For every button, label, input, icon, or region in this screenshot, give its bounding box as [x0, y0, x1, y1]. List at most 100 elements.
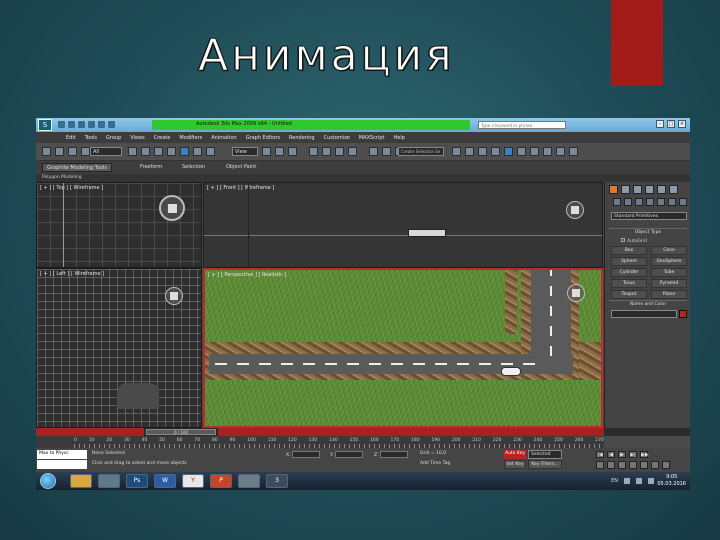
viewport-front-label[interactable]: [ + ] [ Front ] [ Wireframe ] [207, 185, 274, 191]
coord-y-field[interactable] [335, 451, 364, 458]
viewcube-persp-icon[interactable] [567, 284, 585, 302]
open-icon[interactable] [68, 121, 75, 128]
render-iterative-icon[interactable] [556, 147, 565, 156]
object-color-swatch[interactable] [679, 310, 687, 318]
select-scale-icon[interactable] [206, 147, 215, 156]
select-by-name-icon[interactable] [141, 147, 150, 156]
menu-animation[interactable]: Animation [211, 135, 237, 141]
curve-editor-icon[interactable] [478, 147, 487, 156]
object-type-rollout[interactable]: Object Type [609, 228, 687, 235]
coord-z-field[interactable] [380, 451, 409, 458]
menu-rendering[interactable]: Rendering [289, 135, 315, 141]
percent-snap-icon[interactable] [335, 147, 344, 156]
create-tab-icon[interactable] [609, 185, 618, 194]
keyboard-shortcut-icon[interactable] [288, 147, 297, 156]
motion-tab-icon[interactable] [645, 185, 654, 194]
close-button[interactable]: × [678, 120, 686, 128]
time-slider[interactable]: 0 / 100 [146, 429, 216, 435]
redo-icon[interactable] [98, 121, 105, 128]
zoom-icon[interactable] [596, 461, 604, 469]
viewport-top-label[interactable]: [ + ] [ Top ] [ Wireframe ] [40, 185, 103, 191]
menu-create[interactable]: Create [154, 135, 171, 141]
pyramid-button[interactable]: Pyramid [651, 279, 687, 288]
object-name-field[interactable] [611, 310, 677, 318]
maxscript-listener[interactable]: Max to Physc [37, 450, 87, 459]
play-icon[interactable]: ▶ [618, 451, 626, 458]
yandex-icon[interactable]: Y [182, 474, 204, 488]
key-mode-dropdown[interactable]: Selected [528, 450, 562, 459]
auto-key-button[interactable]: Auto Key [504, 450, 526, 459]
window-crossing-icon[interactable] [167, 147, 176, 156]
link-icon[interactable] [68, 147, 77, 156]
zoom-extents-icon[interactable] [618, 461, 626, 469]
maximize-button[interactable]: □ [667, 120, 675, 128]
prev-frame-icon[interactable]: ◀ [607, 451, 615, 458]
add-time-tag[interactable]: Add Time Tag [420, 461, 450, 466]
menu-tools[interactable]: Tools [85, 135, 97, 141]
photoshop-icon[interactable]: Ps [126, 474, 148, 488]
tab-freeform[interactable]: Freeform [140, 163, 162, 172]
maxscript-output[interactable] [37, 460, 87, 469]
box-button[interactable]: Box [611, 246, 647, 255]
shapes-icon[interactable] [624, 198, 632, 206]
menu-edit[interactable]: Edit [66, 135, 76, 141]
utilities-tab-icon[interactable] [669, 185, 678, 194]
activeshade-icon[interactable] [569, 147, 578, 156]
pivot-icon[interactable] [262, 147, 271, 156]
reference-coord-dropdown[interactable]: View [232, 147, 258, 156]
name-color-rollout[interactable]: Name and Color [609, 300, 687, 307]
tab-object-paint[interactable]: Object Paint [226, 163, 256, 172]
select-move-icon[interactable] [180, 147, 189, 156]
maximize-viewport-icon[interactable] [662, 461, 670, 469]
pan-icon[interactable] [640, 461, 648, 469]
schematic-view-icon[interactable] [491, 147, 500, 156]
select-rotate-icon[interactable] [193, 147, 202, 156]
cylinder-button[interactable]: Cylinder [611, 268, 647, 277]
display-tab-icon[interactable] [657, 185, 666, 194]
viewport-left-label[interactable]: [ + ] [ Left ] [ Wireframe ] [40, 271, 104, 277]
rendered-frame-icon[interactable] [530, 147, 539, 156]
primitive-category-dropdown[interactable]: Standard Primitives [611, 212, 687, 220]
start-button-icon[interactable] [40, 473, 56, 489]
menu-group[interactable]: Group [106, 135, 121, 141]
viewcube-front-icon[interactable] [566, 201, 584, 219]
goto-start-icon[interactable]: |◀ [596, 451, 604, 458]
fov-icon[interactable] [629, 461, 637, 469]
viewport-left[interactable]: [ + ] [ Left ] [ Wireframe ] [36, 268, 202, 428]
viewcube-left-icon[interactable] [165, 287, 183, 305]
3dsmax-icon[interactable]: 3 [266, 474, 288, 488]
minimize-button[interactable]: – [656, 120, 664, 128]
teapot-button[interactable]: Teapot [611, 290, 647, 299]
menu-graph-editors[interactable]: Graph Editors [246, 135, 280, 141]
select-object-icon[interactable] [128, 147, 137, 156]
rect-selection-icon[interactable] [154, 147, 163, 156]
geosphere-button[interactable]: GeoSphere [651, 257, 687, 266]
layer-manager-icon[interactable] [452, 147, 461, 156]
mirror-icon[interactable] [382, 147, 391, 156]
viewport-perspective-label[interactable]: [ + ] [ Perspective ] [ Realistic ] [208, 272, 286, 278]
edit-named-sel-icon[interactable] [369, 147, 378, 156]
snap-toggle-icon[interactable] [309, 147, 318, 156]
hierarchy-tab-icon[interactable] [633, 185, 642, 194]
graphite-icon[interactable] [465, 147, 474, 156]
save-icon[interactable] [78, 121, 85, 128]
undo-toolbar-icon[interactable] [42, 147, 51, 156]
material-editor-icon[interactable] [504, 147, 513, 156]
help-search-input[interactable]: Type a keyword or phrase [478, 121, 566, 129]
orbit-icon[interactable] [651, 461, 659, 469]
app-icon[interactable] [238, 474, 260, 488]
systems-icon[interactable] [679, 198, 687, 206]
menu-help[interactable]: Help [394, 135, 405, 141]
viewcube-icon[interactable] [159, 195, 185, 221]
angle-snap-icon[interactable] [322, 147, 331, 156]
language-indicator[interactable]: EN [611, 478, 618, 484]
render-production-icon[interactable] [543, 147, 552, 156]
media-icon[interactable] [98, 474, 120, 488]
cameras-icon[interactable] [646, 198, 654, 206]
cone-button[interactable]: Cone [651, 246, 687, 255]
set-key-button[interactable]: Set Key [504, 460, 526, 469]
coord-x-field[interactable] [292, 451, 321, 458]
zoom-all-icon[interactable] [607, 461, 615, 469]
lights-icon[interactable] [635, 198, 643, 206]
tube-button[interactable]: Tube [651, 268, 687, 277]
